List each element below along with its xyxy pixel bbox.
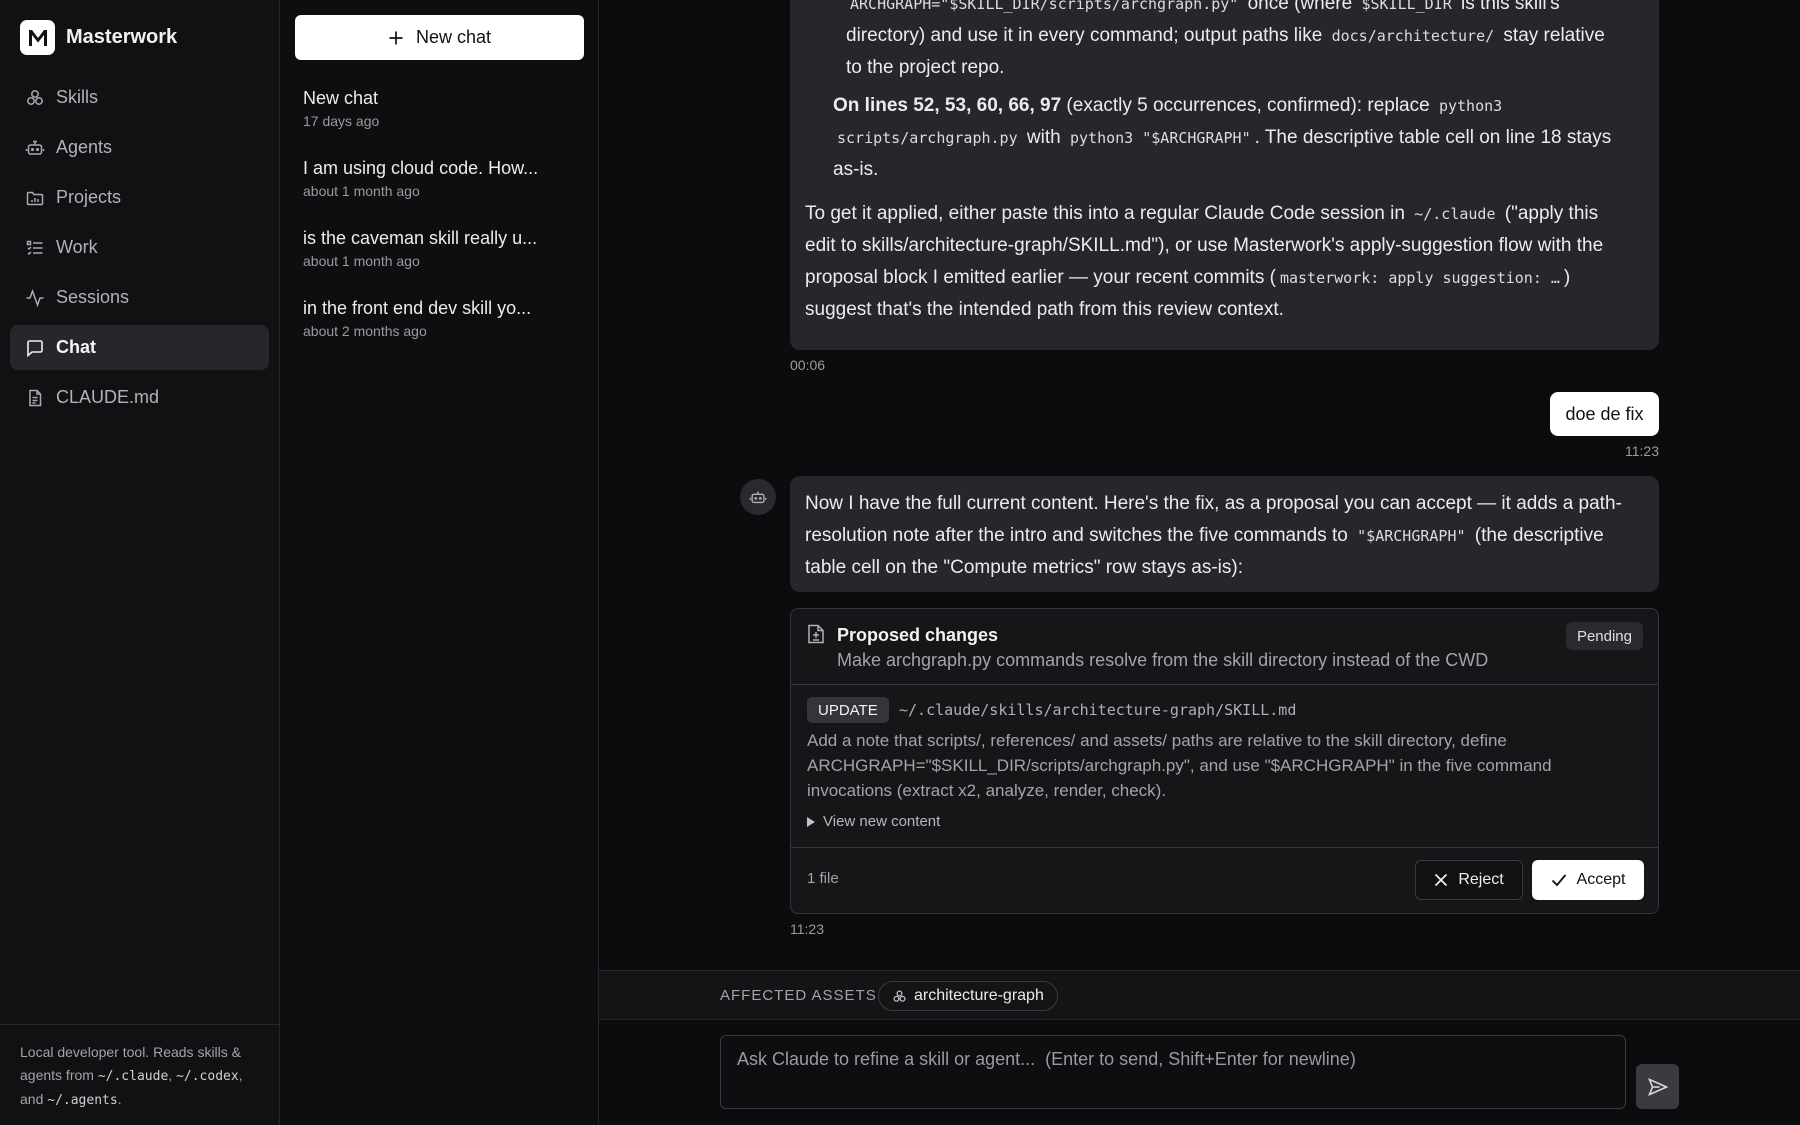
affected-assets-bar: AFFECTED ASSETS architecture-graph xyxy=(599,970,1800,1020)
close-icon xyxy=(1435,873,1448,887)
chat-title: I am using cloud code. How... xyxy=(303,158,539,178)
affected-assets-label: AFFECTED ASSETS xyxy=(720,987,877,1004)
app-name: Masterwork xyxy=(66,26,178,48)
reject-button[interactable]: Reject xyxy=(1415,860,1523,900)
chat-icon xyxy=(27,339,43,357)
nav-item-chat[interactable]: Chat xyxy=(10,325,269,370)
nav-item-agents[interactable]: Agents xyxy=(10,125,269,170)
chat-time: about 1 month ago xyxy=(303,183,420,199)
nav-label: Projects xyxy=(56,187,122,207)
triangle-right-icon xyxy=(807,816,815,827)
skills-icon xyxy=(27,89,43,105)
chat-title: New chat xyxy=(303,88,379,108)
proposal-change: UPDATE ~/.claude/skills/architecture-gra… xyxy=(791,685,1658,848)
message-composer xyxy=(720,1035,1626,1109)
nav-label: Agents xyxy=(56,137,113,157)
send-icon xyxy=(1647,1077,1668,1096)
masterwork-logo-icon xyxy=(20,20,55,55)
nav-item-sessions[interactable]: Sessions xyxy=(10,275,269,320)
robot-icon xyxy=(25,140,45,155)
list-icon xyxy=(26,240,43,255)
robot-icon xyxy=(749,491,767,504)
brand[interactable]: Masterwork xyxy=(20,20,177,55)
assistant-message: Now I have the full current content. Her… xyxy=(790,476,1659,592)
new-chat-label: New chat xyxy=(415,27,492,47)
nav-item-work[interactable]: Work xyxy=(10,225,269,270)
asset-chip[interactable]: architecture-graph xyxy=(878,981,1058,1011)
proposal-card: Proposed changes Make archgraph.py comma… xyxy=(790,608,1659,914)
chat-list-item[interactable]: in the front end dev skill yo... about 2… xyxy=(303,296,583,366)
change-description: Add a note that scripts/, references/ an… xyxy=(807,731,1552,800)
new-chat-button[interactable]: New chat xyxy=(295,15,584,60)
chat-title: is the caveman skill really u... xyxy=(303,228,538,248)
user-message: doe de fix xyxy=(1550,392,1659,436)
assistant-avatar xyxy=(740,479,776,515)
nav-item-skills[interactable]: Skills xyxy=(10,75,269,120)
file-count: 1 file xyxy=(807,870,839,887)
operation-badge: UPDATE xyxy=(807,697,889,723)
sidebar: Masterwork Skills Agents Projects Work S… xyxy=(0,0,280,1125)
message-input[interactable] xyxy=(721,1036,1625,1108)
activity-icon xyxy=(26,288,44,307)
proposal-header: Proposed changes Make archgraph.py comma… xyxy=(791,609,1658,685)
nav-label: Sessions xyxy=(56,287,130,307)
chat-history-panel: New chat New chat 17 days ago I am using… xyxy=(280,0,599,1125)
proposal-title: Proposed changes xyxy=(837,625,999,645)
file-icon xyxy=(29,389,42,406)
send-button[interactable] xyxy=(1636,1064,1679,1109)
check-icon xyxy=(1551,874,1566,887)
folder-icon xyxy=(26,191,44,205)
accept-button[interactable]: Accept xyxy=(1532,860,1644,900)
chat-list: New chat 17 days ago I am using cloud co… xyxy=(303,86,583,366)
sidebar-footer: Local developer tool. Reads skills & age… xyxy=(0,1024,280,1125)
message-timestamp: 11:23 xyxy=(1625,443,1659,459)
chat-main: ARCHGRAPH="$SKILL_DIR/scripts/archgraph.… xyxy=(599,0,1800,1125)
assistant-message: ARCHGRAPH="$SKILL_DIR/scripts/archgraph.… xyxy=(790,0,1659,350)
nav-item-claude-md[interactable]: CLAUDE.md xyxy=(10,375,269,420)
nav-label: Skills xyxy=(56,87,99,107)
nav-item-projects[interactable]: Projects xyxy=(10,175,269,220)
chat-time: about 2 months ago xyxy=(303,323,427,339)
skills-icon xyxy=(893,989,906,1002)
message-timestamp: 11:23 xyxy=(790,921,824,937)
nav-label: CLAUDE.md xyxy=(56,387,160,407)
file-diff-icon xyxy=(808,624,824,644)
proposal-subtitle: Make archgraph.py commands resolve from … xyxy=(837,650,1489,670)
chat-list-item[interactable]: is the caveman skill really u... about 1… xyxy=(303,226,583,296)
chat-list-item[interactable]: I am using cloud code. How... about 1 mo… xyxy=(303,156,583,226)
file-path: ~/.claude/skills/architecture-graph/SKIL… xyxy=(899,701,1297,719)
nav-label: Chat xyxy=(56,337,96,357)
sidebar-nav: Skills Agents Projects Work Sessions Cha… xyxy=(10,75,269,425)
status-badge: Pending xyxy=(1565,622,1643,650)
chat-list-item[interactable]: New chat 17 days ago xyxy=(303,86,583,156)
chat-title: in the front end dev skill yo... xyxy=(303,298,532,318)
message-timestamp: 00:06 xyxy=(790,357,826,373)
chat-time: 17 days ago xyxy=(303,113,380,129)
nav-label: Work xyxy=(56,237,98,257)
plus-icon xyxy=(389,31,403,44)
proposal-footer: 1 file Reject Accept xyxy=(791,848,1658,914)
view-new-content-toggle[interactable]: View new content xyxy=(807,813,940,830)
chat-time: about 1 month ago xyxy=(303,253,420,269)
